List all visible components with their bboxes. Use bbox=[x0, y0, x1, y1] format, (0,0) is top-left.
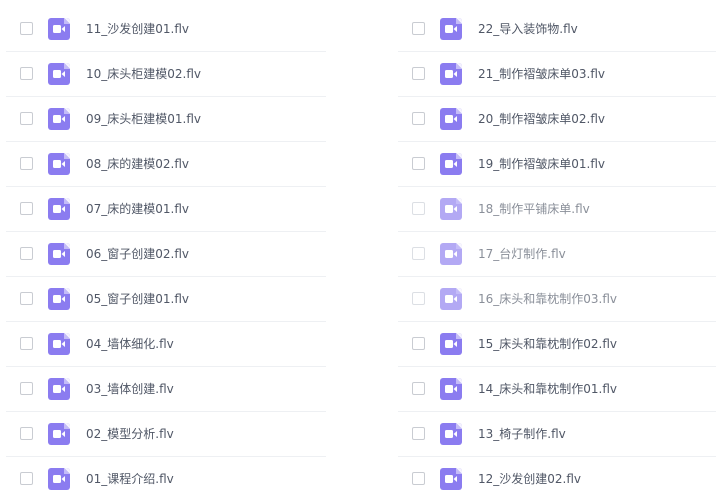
file-row[interactable]: 11_沙发创建01.flv bbox=[6, 7, 326, 52]
video-file-icon bbox=[440, 108, 462, 130]
row-checkbox[interactable] bbox=[412, 427, 425, 440]
row-checkbox[interactable] bbox=[20, 427, 33, 440]
file-column-right: 22_导入装饰物.flv 21_制作褶皱床单03.flv 20_制作褶皱床单02… bbox=[398, 7, 716, 502]
file-name[interactable]: 20_制作褶皱床单02.flv bbox=[478, 110, 605, 128]
file-row[interactable]: 03_墙体创建.flv bbox=[6, 367, 326, 412]
row-checkbox[interactable] bbox=[20, 292, 33, 305]
row-checkbox[interactable] bbox=[20, 337, 33, 350]
file-name[interactable]: 04_墙体细化.flv bbox=[86, 335, 174, 353]
file-row[interactable]: 17_台灯制作.flv bbox=[398, 232, 716, 277]
video-file-icon bbox=[48, 288, 70, 310]
video-file-icon bbox=[48, 153, 70, 175]
file-name[interactable]: 11_沙发创建01.flv bbox=[86, 20, 189, 38]
row-checkbox[interactable] bbox=[412, 202, 425, 215]
row-checkbox[interactable] bbox=[20, 112, 33, 125]
row-checkbox[interactable] bbox=[412, 247, 425, 260]
file-row[interactable]: 05_窗子创建01.flv bbox=[6, 277, 326, 322]
file-name[interactable]: 18_制作平铺床单.flv bbox=[478, 200, 590, 218]
video-file-icon bbox=[440, 378, 462, 400]
video-file-icon bbox=[48, 198, 70, 220]
file-row[interactable]: 07_床的建模01.flv bbox=[6, 187, 326, 232]
file-name[interactable]: 14_床头和靠枕制作01.flv bbox=[478, 380, 617, 398]
file-name[interactable]: 21_制作褶皱床单03.flv bbox=[478, 65, 605, 83]
file-row[interactable]: 21_制作褶皱床单03.flv bbox=[398, 52, 716, 97]
file-name[interactable]: 02_模型分析.flv bbox=[86, 425, 174, 443]
video-file-icon bbox=[440, 243, 462, 265]
file-row[interactable]: 10_床头柜建模02.flv bbox=[6, 52, 326, 97]
file-column-left: 11_沙发创建01.flv 10_床头柜建模02.flv 09_床头柜建模01.… bbox=[6, 7, 326, 502]
row-checkbox[interactable] bbox=[20, 202, 33, 215]
row-checkbox[interactable] bbox=[412, 472, 425, 485]
file-name[interactable]: 03_墙体创建.flv bbox=[86, 380, 174, 398]
file-name[interactable]: 12_沙发创建02.flv bbox=[478, 470, 581, 488]
file-row[interactable]: 06_窗子创建02.flv bbox=[6, 232, 326, 277]
file-row[interactable]: 18_制作平铺床单.flv bbox=[398, 187, 716, 232]
file-name[interactable]: 16_床头和靠枕制作03.flv bbox=[478, 290, 617, 308]
video-file-icon bbox=[48, 468, 70, 490]
file-row[interactable]: 12_沙发创建02.flv bbox=[398, 457, 716, 502]
video-file-icon bbox=[48, 108, 70, 130]
file-name[interactable]: 13_椅子制作.flv bbox=[478, 425, 566, 443]
row-checkbox[interactable] bbox=[412, 112, 425, 125]
file-list: 11_沙发创建01.flv 10_床头柜建模02.flv 09_床头柜建模01.… bbox=[0, 0, 716, 504]
file-row[interactable]: 19_制作褶皱床单01.flv bbox=[398, 142, 716, 187]
file-row[interactable]: 09_床头柜建模01.flv bbox=[6, 97, 326, 142]
row-checkbox[interactable] bbox=[412, 67, 425, 80]
video-file-icon bbox=[48, 333, 70, 355]
file-row[interactable]: 04_墙体细化.flv bbox=[6, 322, 326, 367]
file-name[interactable]: 10_床头柜建模02.flv bbox=[86, 65, 201, 83]
row-checkbox[interactable] bbox=[20, 22, 33, 35]
file-row[interactable]: 16_床头和靠枕制作03.flv bbox=[398, 277, 716, 322]
video-file-icon bbox=[48, 423, 70, 445]
file-row[interactable]: 13_椅子制作.flv bbox=[398, 412, 716, 457]
row-checkbox[interactable] bbox=[20, 382, 33, 395]
row-checkbox[interactable] bbox=[20, 247, 33, 260]
file-row[interactable]: 22_导入装饰物.flv bbox=[398, 7, 716, 52]
video-file-icon bbox=[440, 468, 462, 490]
video-file-icon bbox=[440, 153, 462, 175]
video-file-icon bbox=[440, 333, 462, 355]
row-checkbox[interactable] bbox=[20, 472, 33, 485]
file-name[interactable]: 09_床头柜建模01.flv bbox=[86, 110, 201, 128]
file-name[interactable]: 08_床的建模02.flv bbox=[86, 155, 189, 173]
file-row[interactable]: 14_床头和靠枕制作01.flv bbox=[398, 367, 716, 412]
file-row[interactable]: 02_模型分析.flv bbox=[6, 412, 326, 457]
file-name[interactable]: 01_课程介绍.flv bbox=[86, 470, 174, 488]
row-checkbox[interactable] bbox=[412, 157, 425, 170]
row-checkbox[interactable] bbox=[412, 382, 425, 395]
file-row[interactable]: 08_床的建模02.flv bbox=[6, 142, 326, 187]
video-file-icon bbox=[48, 63, 70, 85]
row-checkbox[interactable] bbox=[412, 337, 425, 350]
video-file-icon bbox=[440, 18, 462, 40]
row-checkbox[interactable] bbox=[412, 22, 425, 35]
video-file-icon bbox=[440, 423, 462, 445]
file-row[interactable]: 15_床头和靠枕制作02.flv bbox=[398, 322, 716, 367]
file-name[interactable]: 06_窗子创建02.flv bbox=[86, 245, 189, 263]
video-file-icon bbox=[48, 378, 70, 400]
row-checkbox[interactable] bbox=[20, 67, 33, 80]
file-name[interactable]: 19_制作褶皱床单01.flv bbox=[478, 155, 605, 173]
file-row[interactable]: 01_课程介绍.flv bbox=[6, 457, 326, 502]
row-checkbox[interactable] bbox=[20, 157, 33, 170]
file-name[interactable]: 07_床的建模01.flv bbox=[86, 200, 189, 218]
video-file-icon bbox=[440, 63, 462, 85]
video-file-icon bbox=[440, 198, 462, 220]
video-file-icon bbox=[48, 243, 70, 265]
file-name[interactable]: 17_台灯制作.flv bbox=[478, 245, 566, 263]
row-checkbox[interactable] bbox=[412, 292, 425, 305]
video-file-icon bbox=[440, 288, 462, 310]
file-name[interactable]: 15_床头和靠枕制作02.flv bbox=[478, 335, 617, 353]
video-file-icon bbox=[48, 18, 70, 40]
file-name[interactable]: 05_窗子创建01.flv bbox=[86, 290, 189, 308]
file-name[interactable]: 22_导入装饰物.flv bbox=[478, 20, 578, 38]
file-row[interactable]: 20_制作褶皱床单02.flv bbox=[398, 97, 716, 142]
